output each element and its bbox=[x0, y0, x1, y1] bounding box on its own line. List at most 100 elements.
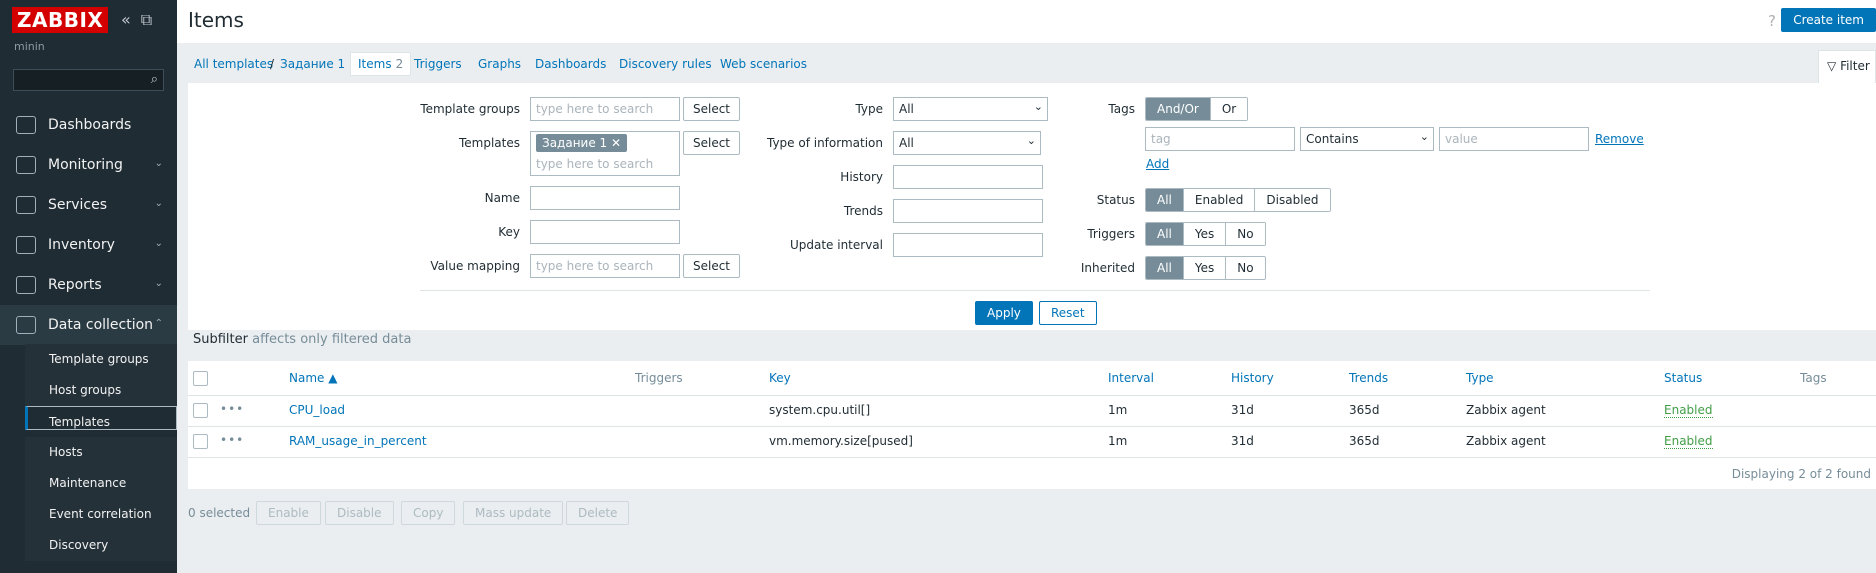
inherited-all-option[interactable]: All bbox=[1146, 257, 1184, 279]
disable-button[interactable]: Disable bbox=[325, 501, 394, 525]
subfilter-heading: Subfilter affects only filtered data bbox=[193, 332, 411, 347]
column-header-type[interactable]: Type bbox=[1466, 371, 1494, 385]
and-or-option[interactable]: And/Or bbox=[1146, 98, 1211, 120]
mass-update-button[interactable]: Mass update bbox=[463, 501, 564, 525]
inherited-yes-option[interactable]: Yes bbox=[1183, 257, 1227, 279]
item-status-toggle[interactable]: Enabled bbox=[1664, 403, 1713, 418]
enable-button[interactable]: Enable bbox=[256, 501, 321, 525]
type-value: All bbox=[899, 102, 914, 116]
history-input[interactable] bbox=[893, 165, 1043, 189]
inherited-label: Inherited bbox=[1080, 261, 1135, 275]
update-interval-input[interactable] bbox=[893, 233, 1043, 257]
nav-inventory[interactable]: Inventory ⌄ bbox=[0, 225, 177, 265]
search-icon[interactable]: ⌕ bbox=[151, 72, 158, 87]
item-name-link[interactable]: CPU_load bbox=[289, 403, 345, 417]
item-name-link[interactable]: RAM_usage_in_percent bbox=[289, 434, 427, 448]
subnav-event-correlation[interactable]: Event correlation bbox=[25, 499, 177, 530]
row-divider bbox=[188, 457, 1876, 458]
tab-dashboards[interactable]: Dashboards bbox=[535, 57, 606, 71]
column-header-status[interactable]: Status bbox=[1664, 371, 1702, 385]
copy-button[interactable]: Copy bbox=[401, 501, 456, 525]
inherited-toggle[interactable]: All Yes No bbox=[1145, 256, 1266, 280]
tag-value-input[interactable]: value bbox=[1439, 127, 1589, 151]
zabbix-logo[interactable]: ZABBIX bbox=[12, 7, 109, 33]
item-trends: 365d bbox=[1349, 403, 1380, 417]
templates-select-button[interactable]: Select bbox=[683, 131, 740, 155]
kiosk-mode-icon[interactable]: ⧉ bbox=[141, 10, 152, 29]
chevron-down-icon: ⌄ bbox=[154, 278, 163, 289]
name-input[interactable] bbox=[530, 186, 680, 210]
name-label: Name bbox=[484, 191, 520, 205]
crumb-all-templates[interactable]: All templates bbox=[194, 57, 273, 71]
tags-evaltype-toggle[interactable]: And/Or Or bbox=[1145, 97, 1249, 121]
subnav-hosts[interactable]: Hosts bbox=[25, 437, 177, 468]
chevron-down-icon: ⌄ bbox=[1033, 100, 1043, 113]
column-header-history[interactable]: History bbox=[1231, 371, 1274, 385]
nav-services[interactable]: Services ⌄ bbox=[0, 185, 177, 225]
trends-input[interactable] bbox=[893, 199, 1043, 223]
more-actions-icon[interactable]: ••• bbox=[220, 433, 244, 447]
more-actions-icon[interactable]: ••• bbox=[220, 402, 244, 416]
subnav-label: Maintenance bbox=[49, 476, 127, 490]
tab-discovery-rules[interactable]: Discovery rules bbox=[619, 57, 712, 71]
row-checkbox[interactable] bbox=[193, 434, 208, 449]
create-item-button[interactable]: Create item bbox=[1781, 8, 1876, 32]
remove-tag-link[interactable]: Remove bbox=[1595, 132, 1644, 146]
crumb-template[interactable]: Задание 1 bbox=[280, 57, 345, 71]
status-disabled-option[interactable]: Disabled bbox=[1255, 189, 1330, 211]
nav-label: Services bbox=[48, 197, 108, 213]
subnav-template-groups[interactable]: Template groups bbox=[25, 344, 177, 375]
triggers-toggle[interactable]: All Yes No bbox=[1145, 222, 1266, 246]
column-header-trends[interactable]: Trends bbox=[1349, 371, 1388, 385]
reset-button[interactable]: Reset bbox=[1039, 301, 1097, 325]
template-groups-select-button[interactable]: Select bbox=[683, 97, 740, 121]
status-enabled-option[interactable]: Enabled bbox=[1183, 189, 1256, 211]
subnav-maintenance[interactable]: Maintenance bbox=[25, 468, 177, 499]
filter-tab[interactable]: ▽ Filter bbox=[1818, 50, 1876, 83]
select-all-checkbox[interactable] bbox=[193, 371, 208, 386]
triggers-all-option[interactable]: All bbox=[1146, 223, 1184, 245]
column-header-interval[interactable]: Interval bbox=[1108, 371, 1154, 385]
key-input[interactable] bbox=[530, 220, 680, 244]
items-table bbox=[188, 361, 1876, 489]
subnav-host-groups[interactable]: Host groups bbox=[25, 375, 177, 406]
column-header-key[interactable]: Key bbox=[769, 371, 791, 385]
nav-dashboards[interactable]: Dashboards bbox=[0, 105, 177, 145]
value-mapping-select-button[interactable]: Select bbox=[683, 254, 740, 278]
type-of-information-select[interactable]: All ⌄ bbox=[893, 131, 1041, 155]
item-status-toggle[interactable]: Enabled bbox=[1664, 434, 1713, 449]
delete-button[interactable]: Delete bbox=[566, 501, 630, 525]
nav-data-collection[interactable]: Data collection ⌃ bbox=[0, 305, 177, 345]
subnav-discovery[interactable]: Discovery bbox=[25, 530, 177, 561]
tab-triggers[interactable]: Triggers bbox=[414, 57, 462, 71]
collapse-sidebar-icon[interactable]: « bbox=[121, 10, 131, 29]
add-tag-link[interactable]: Add bbox=[1146, 157, 1169, 171]
subnav-templates[interactable]: Templates bbox=[25, 406, 177, 430]
status-toggle[interactable]: All Enabled Disabled bbox=[1145, 188, 1331, 212]
tab-items[interactable]: Items 2 bbox=[350, 52, 412, 76]
triggers-no-option[interactable]: No bbox=[1226, 223, 1265, 245]
tag-input[interactable]: tag bbox=[1145, 127, 1295, 151]
inherited-no-option[interactable]: No bbox=[1226, 257, 1265, 279]
tab-web-scenarios[interactable]: Web scenarios bbox=[720, 57, 807, 71]
type-select[interactable]: All ⌄ bbox=[893, 97, 1048, 121]
tags-label: Tags bbox=[1108, 102, 1135, 116]
nav-reports[interactable]: Reports ⌄ bbox=[0, 265, 177, 305]
triggers-yes-option[interactable]: Yes bbox=[1183, 223, 1227, 245]
tab-graphs[interactable]: Graphs bbox=[478, 57, 521, 71]
tag-operator-select[interactable]: Contains ⌄ bbox=[1300, 127, 1434, 151]
value-mapping-input[interactable]: type here to search bbox=[530, 254, 680, 278]
apply-button[interactable]: Apply bbox=[975, 301, 1033, 325]
trends-label: Trends bbox=[843, 204, 883, 218]
status-all-option[interactable]: All bbox=[1146, 189, 1184, 211]
close-icon[interactable]: ✕ bbox=[611, 136, 621, 150]
template-groups-input[interactable]: type here to search bbox=[530, 97, 680, 121]
subfilter-note: affects only filtered data bbox=[252, 332, 412, 347]
or-option[interactable]: Or bbox=[1210, 98, 1248, 120]
chevron-up-icon: ⌃ bbox=[154, 318, 163, 329]
row-checkbox[interactable] bbox=[193, 403, 208, 418]
help-icon[interactable]: ? bbox=[1768, 12, 1776, 30]
sidebar-search-input[interactable]: ⌕ bbox=[13, 69, 164, 91]
column-header-name[interactable]: Name ▲ bbox=[289, 371, 337, 385]
nav-monitoring[interactable]: Monitoring ⌄ bbox=[0, 145, 177, 185]
